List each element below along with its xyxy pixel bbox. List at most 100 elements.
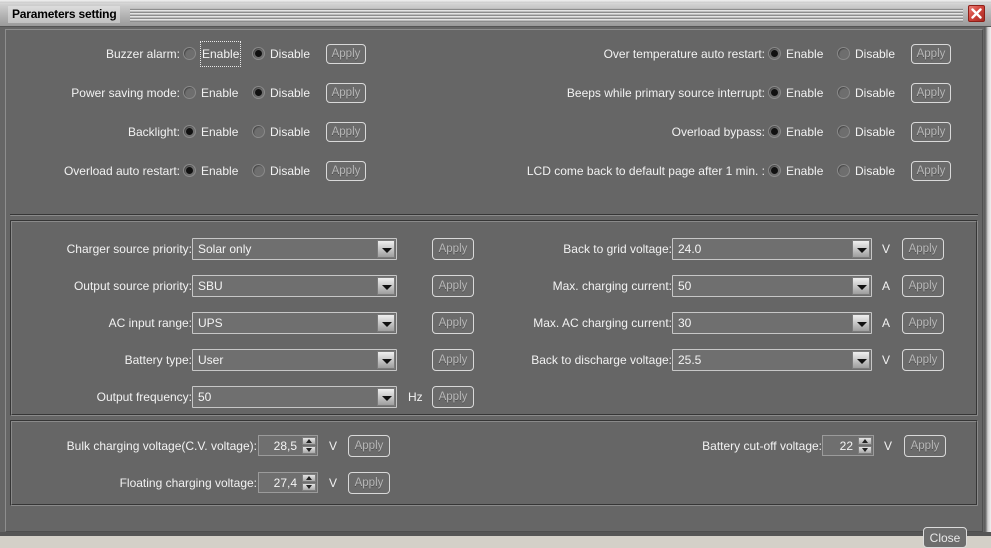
chevron-down-icon[interactable]: [377, 277, 395, 295]
radio-disable-label[interactable]: Disable: [855, 81, 895, 105]
radio-enable[interactable]: [183, 86, 196, 99]
chevron-down-icon[interactable]: [377, 240, 395, 258]
chevron-down-icon[interactable]: [852, 277, 870, 295]
radio-enable[interactable]: [768, 86, 781, 99]
close-x-glyph: [971, 8, 982, 19]
row-label: Charger source priority:: [66, 242, 192, 256]
apply-button[interactable]: Apply: [911, 122, 951, 142]
setting-row-charger-source-priority: Charger source priority: Solar only Appl…: [12, 237, 482, 261]
apply-button[interactable]: Apply: [326, 161, 366, 181]
radio-enable-label[interactable]: Enable: [786, 81, 823, 105]
chevron-down-icon[interactable]: [377, 314, 395, 332]
radio-enable-label[interactable]: Enable: [201, 81, 238, 105]
radio-disable-label[interactable]: Disable: [855, 120, 895, 144]
chevron-down-icon[interactable]: [852, 314, 870, 332]
radio-disable-label[interactable]: Disable: [855, 42, 895, 66]
radio-disable[interactable]: [837, 86, 850, 99]
radio-disable[interactable]: [252, 47, 265, 60]
radio-disable-label[interactable]: Disable: [855, 159, 895, 183]
close-x-icon[interactable]: [968, 5, 985, 22]
radio-enable[interactable]: [183, 47, 196, 60]
radio-disable-label[interactable]: Disable: [270, 81, 310, 105]
max-charging-current-select[interactable]: 50: [672, 275, 872, 297]
unit-label: V: [329, 476, 338, 490]
radio-disable-label[interactable]: Disable: [270, 159, 310, 183]
setting-row-back-to-discharge-voltage: Back to discharge voltage: 25.5 V Apply: [492, 348, 952, 372]
radio-enable-label[interactable]: Enable: [786, 42, 823, 66]
apply-button[interactable]: Apply: [904, 435, 946, 457]
apply-button[interactable]: Apply: [432, 238, 474, 260]
radio-disable[interactable]: [252, 164, 265, 177]
row-label: Battery type:: [124, 353, 192, 367]
apply-button[interactable]: Apply: [432, 349, 474, 371]
apply-button[interactable]: Apply: [432, 275, 474, 297]
chevron-down-icon[interactable]: [377, 388, 395, 406]
radio-disable[interactable]: [837, 164, 850, 177]
radio-enable[interactable]: [768, 125, 781, 138]
chevron-down-icon[interactable]: [852, 351, 870, 369]
output-frequency-select[interactable]: 50: [192, 386, 397, 408]
apply-button[interactable]: Apply: [902, 275, 944, 297]
radio-disable[interactable]: [837, 47, 850, 60]
stepper-down-icon[interactable]: [858, 446, 872, 454]
setting-row-floating-charging-voltage: Floating charging voltage: 27,4 V Apply: [12, 471, 402, 495]
apply-button[interactable]: Apply: [348, 435, 390, 457]
ac-input-range-select[interactable]: UPS: [192, 312, 397, 334]
row-label: Bulk charging voltage(C.V. voltage):: [66, 439, 257, 453]
radio-enable[interactable]: [183, 125, 196, 138]
dialog-footer: [10, 510, 978, 529]
radio-enable-label[interactable]: Enable: [786, 159, 823, 183]
select-value: 25.5: [678, 353, 702, 367]
radio-disable-label[interactable]: Disable: [270, 42, 310, 66]
radio-disable-label[interactable]: Disable: [270, 120, 310, 144]
radio-enable-label[interactable]: Enable: [201, 159, 238, 183]
radio-enable-label[interactable]: Enable: [199, 41, 242, 67]
row-label: Buzzer alarm:: [105, 47, 180, 61]
radio-enable[interactable]: [768, 164, 781, 177]
setting-row-output-frequency: Output frequency: 50 Hz Apply: [12, 385, 482, 409]
stepper-down-icon[interactable]: [302, 446, 316, 454]
apply-button[interactable]: Apply: [911, 44, 951, 64]
apply-button[interactable]: Apply: [902, 312, 944, 334]
close-button[interactable]: Close: [923, 527, 967, 548]
apply-button[interactable]: Apply: [902, 349, 944, 371]
bulk-charging-voltage-stepper[interactable]: 28,5: [258, 435, 318, 456]
stepper-up-icon[interactable]: [302, 474, 316, 482]
radio-enable[interactable]: [768, 47, 781, 60]
apply-button[interactable]: Apply: [902, 238, 944, 260]
chevron-down-icon[interactable]: [852, 240, 870, 258]
back-to-discharge-voltage-select[interactable]: 25.5: [672, 349, 872, 371]
radio-enable[interactable]: [183, 164, 196, 177]
stepper-up-icon[interactable]: [302, 437, 316, 445]
setting-row-buzzer-alarm: Buzzer alarm: Enable Disable Apply: [10, 41, 366, 67]
apply-button[interactable]: Apply: [348, 472, 390, 494]
apply-button[interactable]: Apply: [326, 44, 366, 64]
apply-button[interactable]: Apply: [911, 83, 951, 103]
setting-row-battery-type: Battery type: User Apply: [12, 348, 482, 372]
chevron-down-icon[interactable]: [377, 351, 395, 369]
radio-disable[interactable]: [252, 86, 265, 99]
apply-button[interactable]: Apply: [432, 312, 474, 334]
apply-button[interactable]: Apply: [326, 122, 366, 142]
output-source-priority-select[interactable]: SBU: [192, 275, 397, 297]
floating-charging-voltage-stepper[interactable]: 27,4: [258, 472, 318, 493]
setting-row-over-temperature-auto-restart: Over temperature auto restart: Enable Di…: [480, 42, 951, 66]
apply-button[interactable]: Apply: [432, 386, 474, 408]
apply-button[interactable]: Apply: [326, 83, 366, 103]
stepper-up-icon[interactable]: [858, 437, 872, 445]
stepper-down-icon[interactable]: [302, 483, 316, 491]
battery-cut-off-voltage-stepper[interactable]: 22: [822, 435, 874, 456]
back-to-grid-voltage-select[interactable]: 24.0: [672, 238, 872, 260]
radio-enable-label[interactable]: Enable: [786, 120, 823, 144]
unit-label: Hz: [408, 390, 423, 404]
battery-type-select[interactable]: User: [192, 349, 397, 371]
setting-row-bulk-charging-voltage: Bulk charging voltage(C.V. voltage): 28,…: [12, 434, 402, 458]
row-label: Battery cut-off voltage:: [702, 439, 822, 453]
radio-disable[interactable]: [252, 125, 265, 138]
max-ac-charging-current-select[interactable]: 30: [672, 312, 872, 334]
charger-source-priority-select[interactable]: Solar only: [192, 238, 397, 260]
titlebar-groove-decoration: [130, 8, 963, 22]
radio-enable-label[interactable]: Enable: [201, 120, 238, 144]
apply-button[interactable]: Apply: [911, 161, 951, 181]
radio-disable[interactable]: [837, 125, 850, 138]
